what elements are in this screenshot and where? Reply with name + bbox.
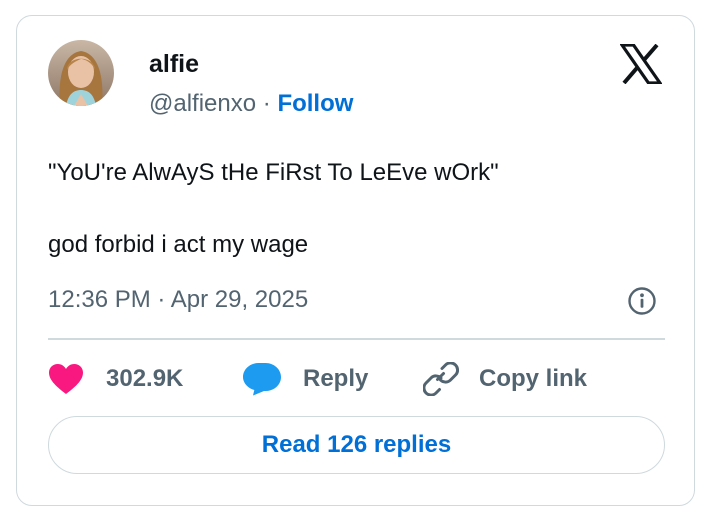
copy-link-button[interactable]: Copy link [423, 362, 588, 396]
tweet-embed-card: alfie @alfienxo · Follow "YoU're AlwAyS … [16, 15, 695, 506]
link-icon [423, 362, 459, 396]
info-icon[interactable] [627, 286, 657, 316]
tweet-text-line: god forbid i act my wage [48, 231, 309, 258]
copy-link-label: Copy link [479, 365, 588, 392]
read-replies-button[interactable]: Read 126 replies [48, 416, 665, 474]
reply-button[interactable]: Reply [242, 363, 369, 396]
tweet-text-line: "YoU're AlwAyS tHe FiRst To LeEve wOrk" [48, 159, 499, 186]
heart-icon [49, 364, 83, 394]
author-handle[interactable]: @alfienxo [149, 90, 256, 117]
like-button[interactable]: 302.9K [48, 363, 183, 395]
follow-link[interactable]: Follow [277, 90, 353, 117]
reply-bubble-icon [243, 363, 281, 396]
author-name[interactable]: alfie [149, 49, 199, 79]
handle-separator: · [262, 90, 271, 117]
tweet-text: "YoU're AlwAyS tHe FiRst To LeEve wOrk" … [48, 155, 658, 263]
avatar[interactable] [48, 40, 114, 106]
reply-label: Reply [303, 365, 369, 392]
author-handle-row: @alfienxo · Follow [149, 89, 353, 119]
like-count: 302.9K [106, 365, 184, 392]
timestamp-link[interactable]: 12:36 PM · Apr 29, 2025 [48, 285, 308, 315]
x-logo-icon[interactable] [618, 43, 664, 85]
divider [48, 338, 665, 340]
